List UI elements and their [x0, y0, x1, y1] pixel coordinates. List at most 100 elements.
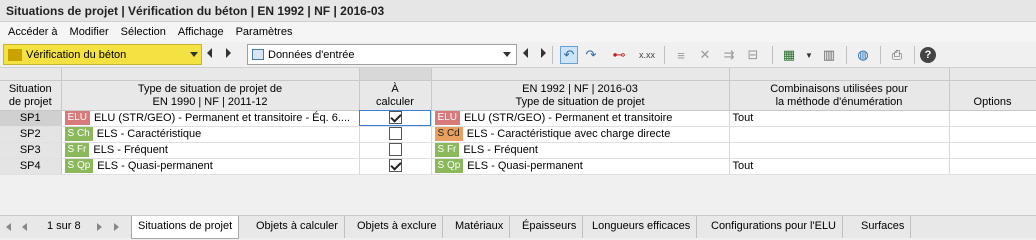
table-row[interactable]: SP2 S Ch ELS - Caractéristique S Cd ELS - …	[0, 126, 1036, 143]
type1-text: ELU (STR/GEO) - Permanent et transitoire…	[93, 111, 351, 124]
numbering-icon[interactable]: x.xx	[638, 46, 656, 64]
next-arrow-icon[interactable]	[226, 48, 231, 58]
menu-bar: Accéder à Modifier Sélection Affichage P…	[0, 22, 1036, 42]
options-cell[interactable]	[949, 126, 1036, 143]
type2-cell[interactable]: S Fr ELS - Fréquent	[431, 142, 730, 159]
header-calc-line1: À	[391, 82, 399, 95]
sheet-tab-bar: 1 sur 8 Situations de projet Objets à ca…	[0, 215, 1036, 239]
type1-cell[interactable]: S Fr ELS - Fréquent	[61, 142, 360, 159]
table-row[interactable]: SP1 ELU ELU (STR/GEO) - Permanent et tran…	[0, 110, 1036, 127]
row-id[interactable]: SP2	[0, 126, 62, 143]
comb-cell[interactable]	[729, 126, 950, 143]
row-id[interactable]: SP4	[0, 158, 62, 175]
tab-longueurs-efficaces[interactable]: Longueurs efficaces	[586, 216, 698, 238]
type2-text: ELS - Fréquent	[463, 143, 538, 156]
calculate-checkbox[interactable]	[388, 159, 402, 173]
comb-cell[interactable]: Tout	[729, 158, 950, 175]
calc-cell[interactable]	[359, 142, 432, 159]
menu-acceder[interactable]: Accéder à	[2, 22, 64, 42]
type1-cell[interactable]: S Ch ELS - Caractéristique	[61, 126, 360, 143]
calculate-checkbox[interactable]	[388, 127, 402, 141]
comb-cell[interactable]: Tout	[729, 110, 950, 127]
window-title: Situations de projet | Vérification du b…	[0, 0, 1036, 22]
menu-parametres[interactable]: Paramètres	[230, 22, 299, 42]
filter-icon[interactable]: ▥	[820, 46, 838, 64]
calc-cell[interactable]	[359, 126, 432, 143]
tab-objets-a-exclure[interactable]: Objets à exclure	[351, 216, 444, 238]
header-spacer	[949, 68, 1036, 81]
header-comb-line2: la méthode d'énumération	[775, 95, 903, 108]
module-combo[interactable]: Vérification du béton	[3, 44, 202, 65]
header-type-line2: EN 1990 | NF | 2011-12	[152, 95, 268, 108]
table-row[interactable]: SP3 S Fr ELS - Fréquent S Fr ELS - Fréquen…	[0, 142, 1036, 159]
chevron-down-icon	[503, 52, 511, 57]
type2-cell[interactable]: ELU ELU (STR/GEO) - Permanent et transito…	[431, 110, 730, 127]
page-indicator: 1 sur 8	[47, 220, 81, 232]
design-situations-table: Situation de projet Type de situation de…	[0, 68, 1036, 175]
view-combo-label: Données d'entrée	[268, 48, 355, 61]
insert-row-icon[interactable]: ≡	[672, 46, 690, 64]
calculate-checkbox[interactable]	[388, 111, 402, 125]
menu-selection[interactable]: Sélection	[115, 22, 172, 42]
header-options: Options	[949, 80, 1036, 111]
tab-surfaces[interactable]: Surfaces	[855, 216, 912, 238]
toolbar: Vérification du béton Données d'entrée ↶…	[0, 42, 1036, 68]
menu-affichage[interactable]: Affichage	[172, 22, 230, 42]
header-spacer	[0, 68, 62, 81]
toolbar-separator	[664, 46, 665, 64]
table-icon	[252, 49, 264, 60]
type2-cell[interactable]: S Cd ELS - Caractéristique avec charge di…	[431, 126, 730, 143]
status-badge: ELU	[434, 110, 460, 125]
toolbar-separator	[772, 46, 773, 64]
tab-situations-de-projet[interactable]: Situations de projet	[131, 216, 240, 239]
copy-row-icon[interactable]: ⇉	[720, 46, 738, 64]
type1-text: ELS - Caractéristique	[96, 127, 202, 140]
globe-icon[interactable]: ◍	[854, 46, 872, 64]
tab-configurations-elu[interactable]: Configurations pour l'ELU	[705, 216, 844, 238]
previous-arrow-icon[interactable]	[207, 48, 212, 58]
header-en-line1: EN 1992 | NF | 2016-03	[522, 82, 638, 95]
status-badge: S Cd	[434, 126, 463, 141]
menu-modifier[interactable]: Modifier	[64, 22, 115, 42]
first-page-icon[interactable]	[6, 223, 11, 231]
header-comb-line1: Combinaisons utilisées pour	[770, 82, 908, 95]
export-icon[interactable]: ▦	[780, 46, 798, 64]
comb-cell[interactable]	[729, 142, 950, 159]
toolbar-separator	[846, 46, 847, 64]
row-id[interactable]: SP3	[0, 142, 62, 159]
toolbar-separator	[552, 46, 553, 64]
type1-cell[interactable]: ELU ELU (STR/GEO) - Permanent et transito…	[61, 110, 360, 127]
calc-cell[interactable]	[359, 110, 432, 127]
print-icon[interactable]: ⎙	[888, 46, 906, 64]
next-page-icon[interactable]	[97, 223, 102, 231]
next-arrow-icon[interactable]	[541, 48, 546, 58]
calculate-checkbox[interactable]	[388, 143, 402, 157]
last-page-icon[interactable]	[114, 223, 119, 231]
options-cell[interactable]	[949, 158, 1036, 175]
view-combo[interactable]: Données d'entrée	[247, 44, 517, 65]
tab-epaisseurs[interactable]: Épaisseurs	[516, 216, 584, 238]
header-type-en1992: EN 1992 | NF | 2016-03 Type de situation…	[431, 80, 730, 111]
select-in-model-icon[interactable]: ↶	[560, 46, 578, 64]
tab-materiaux[interactable]: Matériaux	[449, 216, 511, 238]
view-icon[interactable]: ⊷	[610, 46, 628, 64]
delete-row-icon[interactable]: ✕	[696, 46, 714, 64]
chevron-down-icon[interactable]: ▼	[800, 46, 818, 64]
header-type-en1990: Type de situation de projet de EN 1990 |…	[61, 80, 360, 111]
clear-row-icon[interactable]: ⊟	[744, 46, 762, 64]
previous-page-icon[interactable]	[22, 223, 27, 231]
options-cell[interactable]	[949, 142, 1036, 159]
type2-text: ELS - Caractéristique avec charge direct…	[466, 127, 671, 140]
help-icon[interactable]: ?	[920, 47, 936, 63]
table-row[interactable]: SP4 S Qp ELS - Quasi-permanent S Qp ELS - …	[0, 158, 1036, 175]
tab-objets-a-calculer[interactable]: Objets à calculer	[250, 216, 345, 238]
toolbar-separator	[880, 46, 881, 64]
previous-arrow-icon[interactable]	[523, 48, 528, 58]
calc-cell[interactable]	[359, 158, 432, 175]
status-badge: S Qp	[434, 158, 464, 173]
options-cell[interactable]	[949, 110, 1036, 127]
row-id[interactable]: SP1	[0, 110, 62, 127]
type1-cell[interactable]: S Qp ELS - Quasi-permanent	[61, 158, 360, 175]
type2-cell[interactable]: S Qp ELS - Quasi-permanent	[431, 158, 730, 175]
pick-in-model-icon[interactable]: ↷	[582, 46, 600, 64]
